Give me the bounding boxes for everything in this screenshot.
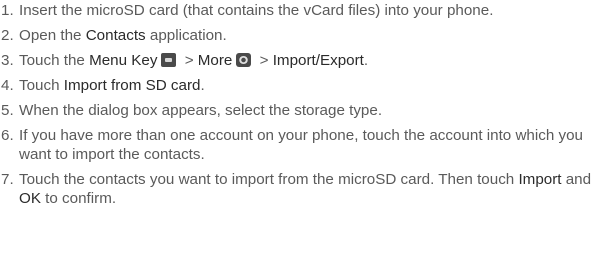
- ok-term: OK: [19, 190, 41, 207]
- step-text: Touch the contacts you want to import fr…: [19, 171, 592, 207]
- step-6: 6. If you have more than one account on …: [1, 126, 616, 164]
- import-term: Import: [518, 171, 562, 188]
- step-3: 3. Touch the Menu Key > More > Import/Ex…: [1, 51, 616, 70]
- step-4: 4. Touch Import from SD card.: [1, 76, 616, 95]
- step-text: Open the Contacts application.: [19, 27, 227, 44]
- step-number: 5.: [1, 102, 14, 119]
- step-text: Touch the Menu Key > More > Import/Expor…: [19, 52, 369, 69]
- step-text: When the dialog box appears, select the …: [19, 102, 383, 119]
- step-number: 6.: [1, 127, 14, 144]
- instructions-document: 1. Insert the microSD card (that contain…: [0, 0, 616, 264]
- step-number: 2.: [1, 27, 14, 44]
- step-text: Touch Import from SD card.: [19, 77, 205, 94]
- step-number: 4.: [1, 77, 14, 94]
- steps-list: 1. Insert the microSD card (that contain…: [1, 1, 616, 208]
- step-7: 7. Touch the contacts you want to import…: [1, 170, 616, 208]
- step-text: Insert the microSD card (that contains t…: [19, 2, 494, 19]
- more-icon: [236, 53, 252, 67]
- menu-key-icon: [161, 53, 177, 67]
- step-5: 5. When the dialog box appears, select t…: [1, 101, 616, 120]
- more-term: More: [197, 52, 233, 69]
- step-number: 3.: [1, 52, 14, 69]
- step-number: 7.: [1, 171, 14, 188]
- step-1: 1. Insert the microSD card (that contain…: [1, 1, 616, 20]
- contacts-app-term: Contacts: [85, 27, 146, 44]
- menu-key-term: Menu Key: [89, 52, 158, 69]
- import-export-term: Import/Export: [272, 52, 364, 69]
- step-number: 1.: [1, 2, 14, 19]
- step-2: 2. Open the Contacts application.: [1, 26, 616, 45]
- import-from-sd-term: Import from SD card: [63, 77, 201, 94]
- step-text: If you have more than one account on you…: [19, 127, 583, 163]
